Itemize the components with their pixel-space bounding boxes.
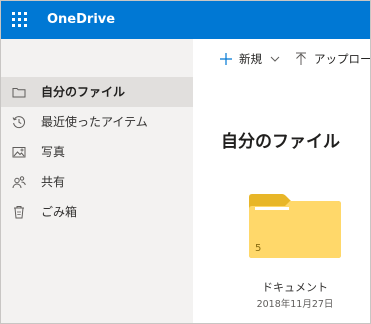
app-brand[interactable]: OneDrive	[47, 1, 115, 39]
plus-icon	[220, 53, 232, 65]
folder-name[interactable]: ドキュメント	[245, 279, 345, 295]
upload-button[interactable]: アップロード	[295, 39, 371, 79]
chevron-down-icon	[270, 56, 280, 62]
sidebar: 自分のファイル 最近使ったアイテム 写真 共有 ごみ箱	[1, 39, 193, 323]
app-launcher-icon[interactable]	[10, 10, 30, 30]
sidebar-item-label: ごみ箱	[41, 205, 78, 219]
new-button-label: 新規	[239, 52, 262, 66]
folder-tile-documents[interactable]: 5 ドキュメント 2018年11月27日	[245, 191, 345, 321]
app-header: OneDrive	[1, 1, 370, 39]
command-bar: 新規 アップロード	[193, 39, 371, 79]
onedrive-window: OneDrive 自分のファイル 最近使ったアイテム 写真 共有 ごみ箱 新規 …	[0, 0, 371, 324]
sidebar-item-label: 写真	[41, 145, 66, 159]
sidebar-item-photos[interactable]: 写真	[1, 137, 193, 167]
folder-icon	[12, 88, 26, 98]
shared-icon	[12, 176, 26, 189]
folder-date: 2018年11月27日	[256, 299, 334, 310]
upload-arrow-icon	[296, 52, 306, 65]
photo-icon	[12, 147, 26, 158]
sidebar-item-label: 自分のファイル	[41, 85, 126, 99]
sidebar-item-label: 共有	[41, 175, 66, 189]
new-button[interactable]: 新規	[219, 39, 283, 79]
folder-item-count: 5	[255, 243, 262, 254]
sidebar-item-shared[interactable]: 共有	[1, 167, 193, 197]
sidebar-item-my-files[interactable]: 自分のファイル	[1, 77, 193, 107]
page-title: 自分のファイル	[221, 132, 340, 152]
trash-icon	[14, 206, 24, 219]
main-content: 自分のファイル 5 ドキュメント 2018年11月27日	[193, 79, 370, 323]
sidebar-item-recent[interactable]: 最近使ったアイテム	[1, 107, 193, 137]
recent-icon	[12, 116, 25, 129]
sidebar-item-label: 最近使ったアイテム	[41, 115, 148, 129]
upload-button-label: アップロード	[314, 52, 371, 66]
sidebar-item-recycle-bin[interactable]: ごみ箱	[1, 197, 193, 227]
